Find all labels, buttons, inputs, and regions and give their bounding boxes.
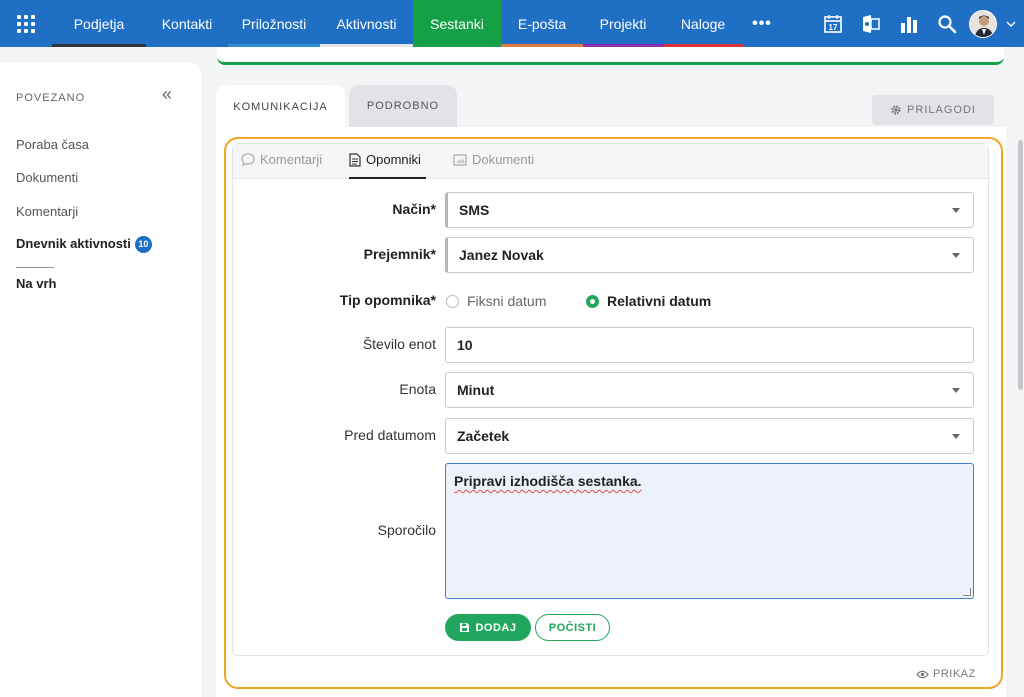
- prejemnik-label: Prejemnik*: [363, 246, 436, 262]
- nav-tab-kontakti[interactable]: Kontakti: [146, 0, 228, 47]
- sidebar-item-dokumenti[interactable]: Dokumenti: [16, 170, 78, 185]
- more-menu-icon[interactable]: •••: [743, 15, 781, 33]
- active-subtab-indicator: [349, 177, 426, 179]
- caret-down-icon: [952, 208, 960, 213]
- back-to-top-link[interactable]: Na vrh: [16, 276, 56, 291]
- nav-tab-projekti[interactable]: Projekti: [583, 0, 663, 47]
- document-icon: [349, 152, 361, 167]
- nav-tab-naloge[interactable]: Naloge: [663, 0, 743, 47]
- nav-tab-aktivnosti[interactable]: Aktivnosti: [320, 0, 413, 47]
- radio-on-icon: [586, 294, 599, 308]
- sporocilo-label: Sporočilo: [377, 522, 436, 538]
- avatar[interactable]: [966, 0, 1000, 47]
- clear-button[interactable]: POČISTI: [535, 614, 610, 641]
- calendar-icon[interactable]: 17: [814, 0, 852, 47]
- svg-text:17: 17: [829, 23, 838, 32]
- resize-handle[interactable]: [963, 588, 971, 596]
- subtab-komentarji[interactable]: Komentarji: [241, 152, 322, 167]
- subtab-dokumenti[interactable]: Dokumenti: [453, 152, 534, 167]
- add-button[interactable]: DODAJ: [445, 614, 531, 641]
- activity-count-badge: 10: [134, 236, 152, 254]
- subtab-bar: [233, 144, 988, 179]
- eye-icon: [916, 670, 929, 678]
- sidebar-item-dnevnik-aktivnosti[interactable]: Dnevnik aktivnosti 10: [16, 236, 152, 254]
- customize-button[interactable]: PRILAGODI: [872, 95, 994, 125]
- tab-podrobno[interactable]: PODROBNO: [349, 85, 457, 127]
- radio-off-icon: [446, 294, 459, 308]
- sidebar-title: POVEZANO: [16, 92, 86, 104]
- gear-icon: [891, 105, 901, 115]
- pred-datumom-select[interactable]: Začetek: [445, 418, 974, 454]
- enota-label: Enota: [399, 381, 436, 397]
- exchange-icon[interactable]: [852, 0, 890, 47]
- caret-down-icon: [952, 253, 960, 258]
- search-icon[interactable]: [928, 0, 966, 47]
- nav-tab-priloznosti[interactable]: Priložnosti: [228, 0, 320, 47]
- top-navigation: Podjetja Kontakti Priložnosti Aktivnosti…: [0, 0, 1024, 47]
- reports-icon[interactable]: [890, 0, 928, 47]
- nacin-label: Način*: [392, 201, 436, 217]
- subtab-opomniki[interactable]: Opomniki: [349, 152, 421, 167]
- enota-select[interactable]: Minut: [445, 372, 974, 408]
- nav-tab-sestanki[interactable]: Sestanki: [413, 0, 501, 47]
- view-button[interactable]: PRIKAZ: [916, 668, 976, 680]
- stevilo-enot-input[interactable]: 10: [445, 327, 974, 363]
- tab-komunikacija[interactable]: KOMUNIKACIJA: [216, 85, 345, 128]
- caret-down-icon: [952, 388, 960, 393]
- record-header-card: [217, 47, 1004, 65]
- radio-fiksni-datum[interactable]: Fiksni datum: [446, 293, 546, 309]
- collapse-sidebar-icon[interactable]: «: [162, 84, 172, 105]
- page-scrollbar[interactable]: [1018, 140, 1023, 390]
- pred-datumom-label: Pred datumom: [344, 427, 436, 443]
- comment-icon: [241, 153, 255, 166]
- chevron-down-icon[interactable]: [1000, 0, 1022, 47]
- sidebar-divider: [16, 267, 54, 268]
- nav-tab-podjetja[interactable]: Podjetja: [52, 0, 146, 47]
- nav-tab-e-posta[interactable]: E-pošta: [501, 0, 583, 47]
- image-file-icon: [453, 153, 467, 166]
- caret-down-icon: [952, 434, 960, 439]
- prejemnik-select[interactable]: Janez Novak: [445, 237, 974, 273]
- radio-relativni-datum[interactable]: Relativni datum: [586, 293, 711, 309]
- sporocilo-textarea[interactable]: Pripravi izhodišča sestanka.: [445, 463, 974, 599]
- apps-grid-icon[interactable]: [0, 0, 52, 47]
- stevilo-enot-label: Število enot: [362, 336, 436, 352]
- sidebar-item-komentarji[interactable]: Komentarji: [16, 204, 78, 219]
- nacin-select[interactable]: SMS: [445, 192, 974, 228]
- tip-opomnika-label: Tip opomnika*: [339, 292, 436, 308]
- related-sidebar: POVEZANO « Poraba časa Dokumenti Komenta…: [0, 62, 202, 697]
- sidebar-item-poraba-casa[interactable]: Poraba časa: [16, 137, 89, 152]
- save-icon: [460, 623, 470, 632]
